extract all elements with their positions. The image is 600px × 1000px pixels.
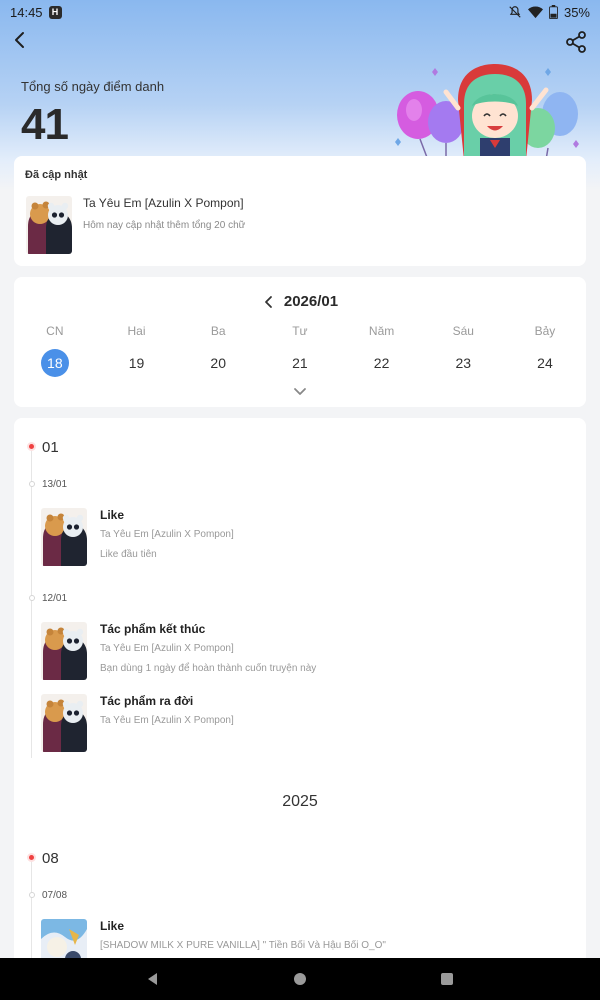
date-label: 07/08	[42, 890, 68, 901]
calendar-month: 2026/01	[283, 293, 339, 310]
updated-card[interactable]: Đã cập nhật Ta Yêu Em [Azulin X Pompon] …	[14, 156, 586, 266]
calendar-header: 2026/01	[14, 293, 586, 310]
month-marker	[29, 444, 34, 449]
year-label: 2025	[282, 793, 318, 810]
date-marker	[28, 892, 35, 898]
wifi-icon	[527, 6, 543, 18]
date-marker	[28, 595, 35, 601]
calendar-day[interactable]: CN 18	[14, 324, 96, 377]
entry-book: Ta Yêu Em [Azulin X Pompon]	[100, 715, 234, 726]
battery-icon	[549, 5, 558, 19]
month-label: 08	[42, 850, 59, 867]
entry-description: Like đầu tiên	[100, 549, 157, 560]
month-marker	[29, 855, 34, 860]
share-button[interactable]	[564, 30, 588, 54]
month-label: 01	[42, 439, 59, 456]
entry-title: Tác phẩm kết thúc	[100, 622, 206, 636]
book-cover	[26, 196, 72, 254]
weekday-label: Ba	[210, 324, 226, 338]
entry-title: Like	[100, 508, 125, 522]
entry-description: Bạn dùng 1 ngày để hoàn thành cuốn truyệ…	[100, 663, 317, 674]
timeline-entry[interactable]: Tác phẩm kết thúc Ta Yêu Em [Azulin X Po…	[41, 622, 361, 684]
calendar-week-row: CN 18 Hai 19 Ba 20 Tư 21 Năm 22 Sáu 23 B…	[14, 324, 586, 377]
previous-month-button[interactable]	[262, 295, 276, 309]
entry-title: Like	[100, 919, 125, 933]
entry-book: [SHADOW MILK X PURE VANILLA] " Tiền Bối …	[100, 940, 386, 951]
entry-title: Tác phẩm ra đời	[100, 694, 194, 708]
calendar-day[interactable]: Năm 22	[341, 324, 423, 377]
book-cover	[41, 694, 87, 752]
nav-home-button[interactable]	[292, 971, 308, 987]
timeline-entry[interactable]: Tác phẩm ra đời Ta Yêu Em [Azulin X Pomp…	[41, 694, 341, 756]
entry-book: Ta Yêu Em [Azulin X Pompon]	[100, 529, 234, 540]
date-marker	[28, 481, 35, 487]
day-number[interactable]: 21	[286, 349, 314, 377]
day-number-selected[interactable]: 18	[40, 349, 69, 377]
calendar-day[interactable]: Tư 21	[259, 324, 341, 377]
book-cover	[41, 622, 87, 680]
calendar-day[interactable]: Hai 19	[96, 324, 178, 377]
nav-recents-button[interactable]	[439, 971, 455, 987]
weekday-label: Sáu	[452, 324, 474, 338]
updated-title: Đã cập nhật	[25, 169, 88, 181]
back-button[interactable]	[8, 28, 32, 52]
timeline-entry[interactable]: Like Ta Yêu Em [Azulin X Pompon] Like đầ…	[41, 508, 341, 570]
updated-book-title: Ta Yêu Em [Azulin X Pompon]	[83, 196, 244, 210]
battery-level: 35%	[563, 4, 590, 20]
timeline-line	[31, 448, 32, 758]
app-notification-icon: H	[48, 5, 62, 19]
day-number[interactable]: 24	[531, 349, 559, 377]
mascot-illustration	[395, 64, 579, 160]
updated-description: Hôm nay cập nhật thêm tổng 20 chữ	[83, 220, 246, 231]
date-label: 12/01	[42, 593, 68, 604]
checkin-total-label: Tổng số ngày điểm danh	[21, 79, 165, 94]
day-number[interactable]: 19	[123, 349, 151, 377]
system-navigation-bar	[0, 958, 600, 1000]
calendar-day[interactable]: Bảy 24	[504, 324, 586, 377]
day-number[interactable]: 22	[368, 349, 396, 377]
day-number[interactable]: 23	[449, 349, 477, 377]
weekday-label: Hai	[127, 324, 146, 338]
date-label: 13/01	[42, 479, 68, 490]
day-number[interactable]: 20	[204, 349, 232, 377]
entry-book: Ta Yêu Em [Azulin X Pompon]	[100, 643, 234, 654]
expand-calendar-button[interactable]	[293, 387, 307, 397]
book-cover	[41, 508, 87, 566]
calendar-day[interactable]: Ba 20	[177, 324, 259, 377]
weekday-label: CN	[46, 324, 64, 338]
weekday-label: Bảy	[534, 324, 556, 338]
nav-back-button[interactable]	[145, 971, 161, 987]
status-bar: 14:45 H 35%	[0, 0, 600, 24]
calendar-card: 2026/01 CN 18 Hai 19 Ba 20 Tư 21 Năm 22 …	[14, 277, 586, 407]
weekday-label: Tư	[292, 324, 308, 338]
checkin-total-count: 41	[21, 100, 69, 149]
calendar-day[interactable]: Sáu 23	[422, 324, 504, 377]
mute-icon	[509, 6, 521, 18]
timeline-card: 01 13/01 Like Ta Yêu Em [Azulin X Pompon…	[14, 418, 586, 978]
weekday-label: Năm	[368, 324, 395, 338]
status-time: 14:45	[10, 4, 43, 20]
